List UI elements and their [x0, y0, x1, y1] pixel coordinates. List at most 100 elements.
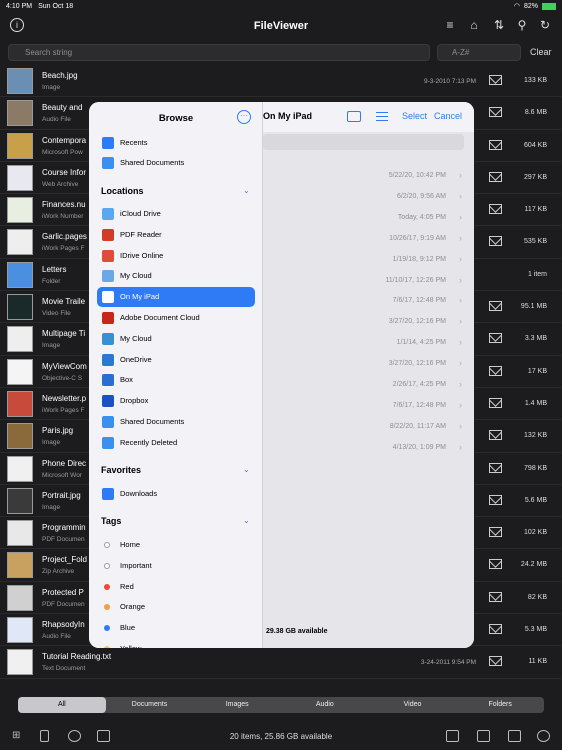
lock-icon[interactable] — [40, 730, 49, 742]
mail-icon[interactable] — [489, 204, 502, 215]
sidebar-item-downloads[interactable]: Downloads — [97, 484, 255, 504]
mail-icon[interactable] — [489, 397, 502, 408]
folder-icon[interactable] — [508, 730, 521, 742]
mail-icon[interactable] — [489, 75, 502, 85]
chevron-down-icon[interactable]: ⌄ — [243, 465, 250, 474]
mail-icon[interactable] — [489, 624, 502, 635]
sidebar-item-tag[interactable]: Orange — [97, 597, 255, 617]
mail-icon[interactable] — [489, 365, 502, 376]
sidebar-item-location[interactable]: IDrive Online — [97, 246, 255, 266]
chevron-right-icon: › — [459, 358, 462, 369]
chevron-down-icon[interactable]: ⌄ — [243, 516, 250, 525]
location-file-row[interactable]: 10/26/17, 9:19 AM › — [263, 229, 474, 249]
folder-add-icon[interactable]: ⌂ — [467, 18, 481, 32]
cancel-button[interactable]: Cancel — [434, 111, 462, 121]
location-file-row[interactable]: 7/6/17, 12:48 PM › — [263, 396, 474, 416]
sidebar-item-location[interactable]: Box — [97, 370, 255, 390]
sidebar-item-shared-documents[interactable]: Shared Documents — [97, 153, 255, 173]
mail-icon[interactable] — [489, 656, 502, 667]
sidebar-item-location-label: Recently Deleted — [120, 437, 178, 447]
file-size: 604 KB — [524, 141, 547, 149]
compass-icon[interactable] — [537, 730, 550, 742]
photos-icon[interactable] — [477, 730, 490, 742]
edit-list-icon[interactable]: ≡ — [443, 18, 457, 32]
mail-icon[interactable] — [489, 527, 502, 538]
location-file-row[interactable]: 6/2/20, 9:56 AM › — [263, 187, 474, 207]
more-icon[interactable]: ··· — [237, 110, 251, 124]
sidebar-item-location[interactable]: My Cloud — [97, 329, 255, 349]
mail-icon[interactable] — [489, 333, 502, 344]
info-icon[interactable]: i — [10, 18, 24, 32]
location-file-row[interactable]: 8/22/20, 11:17 AM › — [263, 417, 474, 437]
search-input[interactable]: Search string — [8, 44, 430, 61]
select-button[interactable]: Select — [402, 111, 427, 121]
tab-video[interactable]: Video — [369, 697, 457, 713]
file-name: RhapsodyIn — [42, 620, 85, 630]
sidebar-item-location[interactable]: Adobe Document Cloud — [97, 308, 255, 328]
help-icon[interactable] — [68, 730, 81, 742]
tab-documents[interactable]: Documents — [106, 697, 194, 713]
search-icon[interactable]: ⚲ — [515, 18, 529, 32]
tab-folders[interactable]: Folders — [456, 697, 544, 713]
sidebar-item-location[interactable]: Dropbox — [97, 391, 255, 411]
location-file-row[interactable]: 4/13/20, 1:09 PM › — [263, 438, 474, 458]
file-row[interactable]: Tutorial Reading.txt Text Document 3-24-20… — [0, 646, 562, 679]
mail-icon[interactable] — [489, 494, 502, 505]
sidebar-item-location[interactable]: iCloud Drive — [97, 204, 255, 224]
tab-audio[interactable]: Audio — [281, 697, 369, 713]
mail-icon[interactable] — [489, 301, 502, 312]
filter-input[interactable]: A-Z# — [437, 44, 521, 61]
location-file-row[interactable]: 5/22/20, 10:42 PM › — [263, 166, 474, 186]
sidebar-item-tag[interactable]: Red — [97, 577, 255, 597]
file-kind: Objective-C S — [42, 374, 83, 382]
location-file-row[interactable]: 2/26/17, 4:25 PM › — [263, 375, 474, 395]
sidebar-item-location-label: iCloud Drive — [120, 209, 161, 218]
sidebar-item-location[interactable]: OneDrive — [97, 350, 255, 370]
mail-icon[interactable] — [489, 559, 502, 570]
mail-icon[interactable] — [489, 171, 502, 182]
sidebar-item-tag[interactable]: Important — [97, 556, 255, 576]
location-file-row[interactable]: Today, 4:05 PM › — [263, 208, 474, 228]
mail-icon[interactable] — [489, 591, 502, 602]
location-file-row[interactable]: 11/10/17, 12:26 PM › — [263, 271, 474, 291]
sort-icon[interactable]: ⇅ — [492, 18, 506, 32]
file-row[interactable]: Beach.jpg Image 9-3-2010 7:13 PM 133 KB — [0, 65, 562, 98]
location-title: On My iPad — [263, 111, 313, 121]
chevron-down-icon[interactable]: ⌄ — [243, 186, 250, 195]
sidebar-item-location-label: PDF Reader — [120, 229, 162, 239]
tab-all[interactable]: All — [18, 697, 106, 713]
mail-icon[interactable] — [489, 236, 502, 247]
file-name: Finances.nu — [42, 200, 86, 210]
play-icon[interactable] — [446, 730, 459, 742]
comment-icon[interactable] — [97, 730, 110, 742]
sidebar-item-location[interactable]: Shared Documents — [97, 412, 255, 432]
mail-icon[interactable] — [489, 462, 502, 473]
sidebar-item-location[interactable]: PDF Reader — [97, 225, 255, 245]
new-folder-icon[interactable] — [347, 111, 361, 122]
sidebar-item-location[interactable]: Recently Deleted — [97, 433, 255, 453]
sidebar-item-tag[interactable]: Home — [97, 535, 255, 555]
refresh-icon[interactable]: ↻ — [538, 18, 552, 32]
location-file-row[interactable]: 1/19/18, 9:12 PM › — [263, 250, 474, 270]
location-file-row[interactable]: 1/1/14, 4:25 PM › — [263, 333, 474, 353]
file-size: 3.3 MB — [524, 335, 547, 343]
sidebar-item-recents[interactable]: Recents — [97, 133, 255, 153]
grid-icon[interactable]: ⊞ — [12, 730, 25, 742]
location-search-input[interactable] — [263, 134, 464, 150]
location-header: On My iPad Select Cancel — [263, 102, 474, 132]
sidebar-item-tag-icon — [104, 583, 110, 590]
location-file-row[interactable]: 3/27/20, 12:16 PM › — [263, 354, 474, 374]
location-file-row[interactable]: 7/6/17, 12:48 PM › — [263, 291, 474, 311]
list-view-icon[interactable] — [376, 112, 388, 121]
sidebar-item-location[interactable]: My Cloud — [97, 266, 255, 286]
mail-icon[interactable] — [489, 107, 502, 118]
tab-images[interactable]: Images — [193, 697, 281, 713]
sidebar-item-location[interactable]: On My iPad — [97, 287, 255, 308]
file-kind: Audio File — [42, 633, 71, 641]
mail-icon[interactable] — [489, 139, 502, 150]
clear-button[interactable]: Clear — [530, 47, 552, 57]
mail-icon[interactable] — [489, 430, 502, 441]
sidebar-item-tag[interactable]: Yellow — [97, 639, 255, 648]
location-file-row[interactable]: 3/27/20, 12:16 PM › — [263, 312, 474, 332]
sidebar-item-tag[interactable]: Blue — [97, 618, 255, 638]
